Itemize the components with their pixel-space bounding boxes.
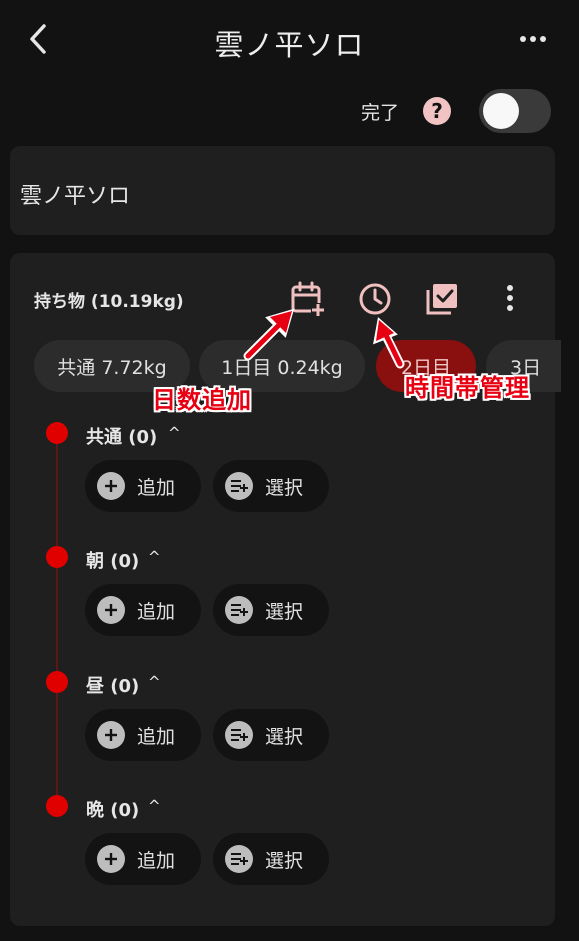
select-button[interactable]: 選択 <box>213 584 329 636</box>
section-label-noon: 昼 (0) <box>86 676 140 697</box>
select-label: 選択 <box>265 476 304 499</box>
chevron-up-icon[interactable]: ^ <box>148 797 161 815</box>
add-button[interactable]: 追加 <box>85 709 201 761</box>
timeline-dot <box>46 671 68 693</box>
add-button[interactable]: 追加 <box>85 460 201 512</box>
timeline-dot <box>46 422 68 444</box>
chevron-up-icon[interactable]: ^ <box>148 673 161 691</box>
select-label: 選択 <box>265 600 304 623</box>
list-add-icon <box>225 721 253 749</box>
chevron-up-icon[interactable]: ^ <box>148 548 161 566</box>
add-label: 追加 <box>137 849 176 872</box>
timeline-dot <box>46 546 68 568</box>
add-label: 追加 <box>137 725 176 748</box>
add-label: 追加 <box>137 600 176 623</box>
annotation-days-add: 日数追加 <box>152 386 252 414</box>
plus-icon <box>97 721 125 749</box>
plus-icon <box>97 596 125 624</box>
section-label-morning: 朝 (0) <box>86 551 140 572</box>
chevron-up-icon[interactable]: ^ <box>168 424 181 442</box>
section-label-evening: 晩 (0) <box>86 800 140 821</box>
plus-icon <box>97 472 125 500</box>
select-button[interactable]: 選択 <box>213 833 329 885</box>
list-add-icon <box>225 845 253 873</box>
section-label-common: 共通 (0) <box>86 427 158 448</box>
timeline-dot <box>46 795 68 817</box>
arrow-to-calendar-icon <box>243 308 295 361</box>
select-label: 選択 <box>265 725 304 748</box>
add-button[interactable]: 追加 <box>85 833 201 885</box>
select-label: 選択 <box>265 849 304 872</box>
select-button[interactable]: 選択 <box>213 460 329 512</box>
add-button[interactable]: 追加 <box>85 584 201 636</box>
list-add-icon <box>225 596 253 624</box>
list-add-icon <box>225 472 253 500</box>
annotation-time-manage: 時間帯管理 <box>405 374 530 402</box>
plus-icon <box>97 845 125 873</box>
timeline-line <box>56 432 58 808</box>
arrow-to-clock-icon <box>373 317 405 369</box>
add-label: 追加 <box>137 476 176 499</box>
select-button[interactable]: 選択 <box>213 709 329 761</box>
